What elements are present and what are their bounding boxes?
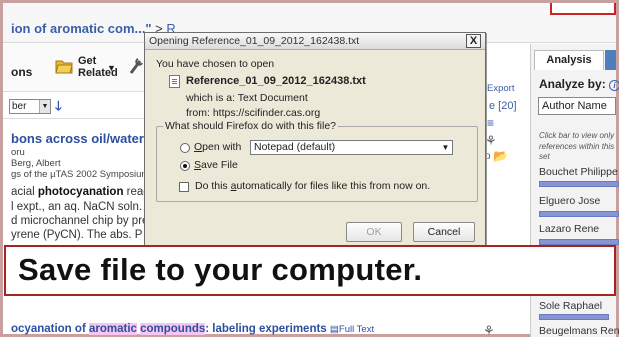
save-file-radio[interactable] (180, 161, 190, 171)
sort-select[interactable]: ber ▼ (9, 99, 51, 114)
title-fragment: of (71, 323, 89, 335)
result-abstract-line: d microchannel chip by pre (11, 215, 149, 227)
breadcrumb-title[interactable]: ion of aromatic com..." (11, 21, 152, 36)
molecule-icon[interactable]: ⚘ (483, 323, 495, 337)
auto-action-checkbox[interactable] (179, 182, 189, 192)
dialog-file-type: which is a: Text Document (186, 92, 308, 104)
analysis-bar[interactable] (539, 314, 609, 320)
result-title[interactable]: ocyanation of aromatic compounds: labeli… (11, 323, 374, 335)
analyze-by-select[interactable]: Author Name (538, 97, 616, 115)
action-group-legend: What should Firefox do with this file? (163, 120, 338, 132)
analyze-by-label: Analyze by: i (539, 77, 619, 91)
highlighted-term: compounds (140, 323, 206, 335)
analyze-by-text: Analyze by: (539, 77, 606, 91)
sort-select-value: ber (12, 101, 27, 112)
view-toggle-icons[interactable]: ≡ (487, 116, 494, 130)
cancel-button[interactable]: Cancel (413, 222, 475, 242)
sort-down-arrow-icon[interactable]: 🡓 (55, 97, 62, 119)
open-with-mnemonic: O (194, 141, 203, 153)
save-file-mnemonic: S (194, 159, 202, 171)
result-abstract-line: l expt., an aq. NaCN soln. a (11, 201, 152, 213)
auto-text: Do this (195, 180, 231, 192)
close-icon[interactable]: X (466, 34, 481, 48)
result-abstract-line: yrene (PyCN). The abs. P (11, 229, 143, 241)
highlight-box (550, 3, 616, 15)
open-with-text: pen with (202, 141, 242, 153)
auto-action-label[interactable]: Do this automatically for files like thi… (195, 180, 430, 192)
toolbar-partial-label[interactable]: ons (11, 65, 32, 79)
analysis-author[interactable]: Lazaro Rene (539, 223, 599, 235)
export-link[interactable]: Export (487, 83, 514, 94)
tab-other[interactable] (605, 50, 616, 70)
abstract-text: acial (11, 186, 38, 198)
open-with-app: Notepad (default) (254, 141, 336, 153)
instruction-caption: Save file to your computer. (4, 245, 616, 296)
open-with-select[interactable]: Notepad (default) ▼ (250, 140, 453, 155)
folder-icon (55, 60, 73, 74)
full-text-label: Full Text (338, 324, 375, 335)
chevron-down-icon: ▼ (39, 100, 50, 113)
analysis-bar[interactable] (539, 211, 619, 217)
chevron-down-icon: ▼ (441, 143, 450, 152)
info-icon[interactable]: i (609, 80, 619, 91)
page-size-link[interactable]: e [20] (489, 100, 517, 112)
save-file-text: ave File (201, 159, 238, 171)
dialog-file-source: from: https://scifinder.cas.org (186, 107, 321, 119)
molecule-icon[interactable]: ⚘ (485, 133, 497, 149)
analysis-author[interactable]: Elguero Jose (539, 195, 600, 207)
result-abstract-line: acial photocyanation reac (11, 186, 149, 198)
dialog-title: Opening Reference_01_09_2012_162438.txt (149, 35, 360, 47)
highlighted-term: aromatic (88, 323, 137, 335)
dialog-filename: Reference_01_09_2012_162438.txt (186, 75, 366, 87)
ok-button[interactable]: OK (346, 222, 402, 242)
open-with-label[interactable]: Open with (194, 141, 241, 153)
dialog-intro: You have chosen to open (156, 58, 275, 70)
result-source: gs of the µTAS 2002 Symposium, (11, 169, 153, 180)
tools-icon[interactable] (128, 57, 144, 75)
analysis-author[interactable]: Bouchet Philippe (539, 166, 618, 178)
folder-icon[interactable]: 📂 (493, 149, 508, 163)
open-with-radio[interactable] (180, 143, 190, 153)
text-file-icon (169, 75, 180, 88)
save-file-label[interactable]: Save File (194, 159, 238, 171)
analysis-hint: Click bar to view only references within… (539, 131, 615, 161)
abstract-keyword: photocyanation (37, 186, 124, 198)
title-fragment: : labeling experiments (205, 323, 330, 335)
result-author: Berg, Albert (11, 158, 61, 169)
auto-text: utomatically for files like this from no… (236, 180, 431, 192)
full-text-link[interactable]: ▤Full Text (330, 324, 374, 335)
chevron-down-icon[interactable]: ▼ (107, 63, 116, 73)
tab-analysis[interactable]: Analysis (534, 50, 604, 70)
result-author: oru (11, 147, 25, 158)
analysis-bar[interactable] (539, 181, 619, 187)
title-fragment: ocyanation (11, 323, 72, 335)
analysis-author[interactable]: Sole Raphael (539, 300, 602, 312)
analysis-author[interactable]: Beugelmans Rene (539, 325, 619, 337)
